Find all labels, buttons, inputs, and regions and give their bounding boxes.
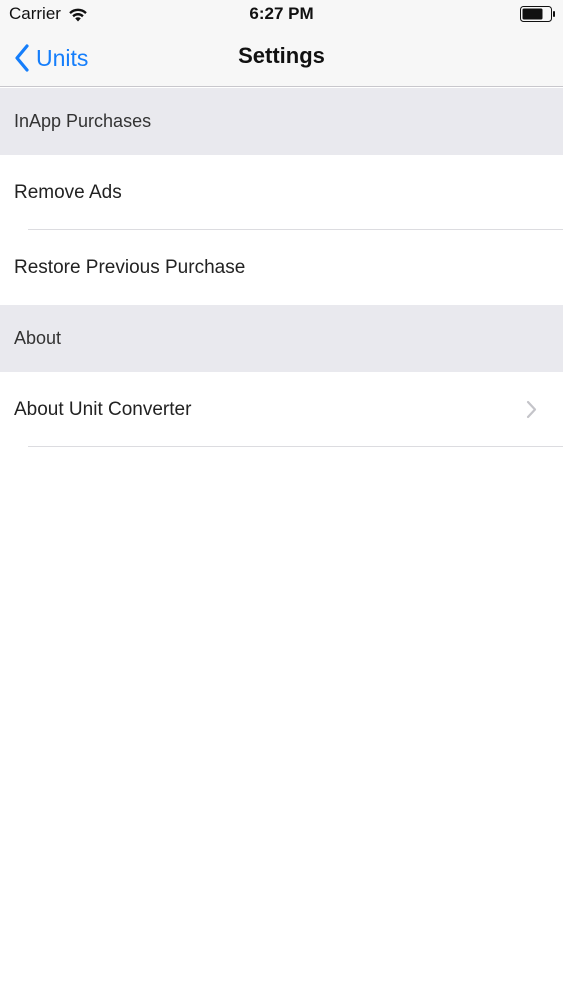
page-title: Settings (238, 43, 325, 68)
restore-purchase-row[interactable]: Restore Previous Purchase (0, 230, 563, 305)
battery-icon (520, 6, 555, 22)
settings-table: InApp Purchases Remove Ads Restore Previ… (0, 88, 563, 447)
chevron-right-icon (526, 400, 537, 419)
remove-ads-label: Remove Ads (14, 181, 122, 203)
status-bar: Carrier 6:27 PM (0, 0, 563, 30)
about-unit-converter-row[interactable]: About Unit Converter (0, 372, 563, 447)
section-header-inapp-purchases: InApp Purchases (0, 88, 563, 155)
about-unit-converter-label: About Unit Converter (14, 398, 192, 420)
navigation-bar: Units Settings (0, 30, 563, 87)
section-header-about: About (0, 305, 563, 372)
remove-ads-row[interactable]: Remove Ads (0, 155, 563, 230)
restore-purchase-label: Restore Previous Purchase (14, 256, 246, 278)
settings-screen: Carrier 6:27 PM Units Settings InApp Pur… (0, 0, 563, 1000)
clock-time: 6:27 PM (249, 4, 314, 23)
